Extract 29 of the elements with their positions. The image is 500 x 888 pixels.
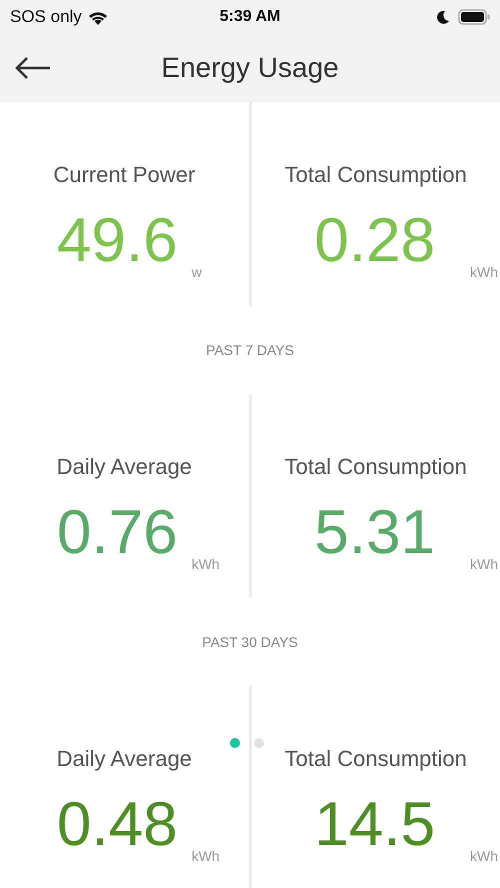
stat-label: Total Consumption — [284, 746, 467, 772]
page-dot[interactable] — [254, 738, 264, 748]
stat-label: Daily Average — [56, 454, 192, 480]
stat-label: Daily Average — [56, 746, 192, 772]
stat-value: 0.28 — [314, 210, 436, 272]
unit-label: w — [192, 264, 202, 280]
stat-value: 0.48 — [56, 794, 178, 856]
stat-label: Total Consumption — [284, 162, 467, 188]
section-heading: PAST 7 DAYS — [206, 342, 294, 358]
page-dot[interactable] — [230, 738, 240, 748]
moon-icon — [436, 10, 450, 24]
unit-label: kWh — [192, 848, 220, 864]
stat-label: Current Power — [53, 162, 196, 188]
back-arrow-icon[interactable] — [14, 56, 52, 80]
clock-time: 5:39 AM — [220, 8, 280, 25]
stat-value: 49.6 — [56, 210, 178, 272]
carrier-label: SOS only — [10, 7, 82, 27]
stat-value: 14.5 — [314, 794, 436, 856]
stat-label: Total Consumption — [284, 454, 467, 480]
section-heading: PAST 30 DAYS — [202, 634, 298, 650]
unit-label: kWh — [470, 848, 498, 864]
page-title: Energy Usage — [161, 52, 339, 83]
wifi-icon — [88, 10, 108, 24]
stat-value: 0.76 — [56, 502, 178, 564]
unit-label: kWh — [470, 264, 498, 280]
stat-value: 5.31 — [314, 502, 436, 564]
battery-icon — [458, 9, 490, 25]
unit-label: kWh — [470, 556, 498, 572]
unit-label: kWh — [192, 556, 220, 572]
